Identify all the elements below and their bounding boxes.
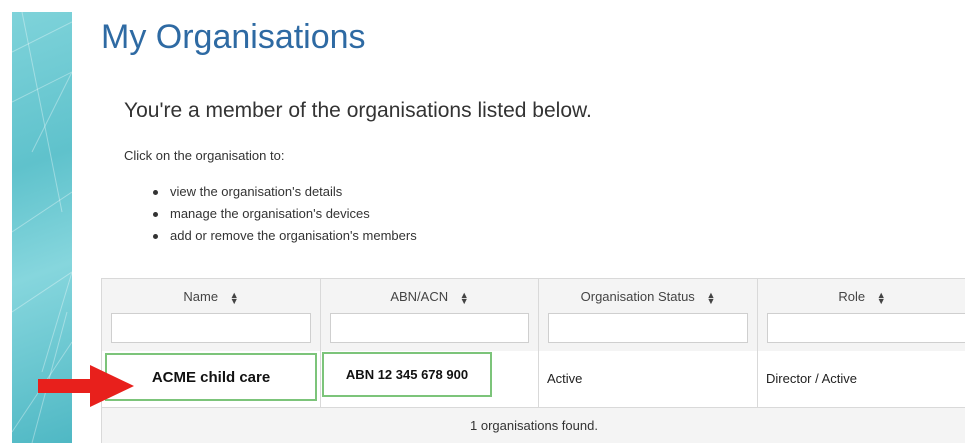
- role-filter-input[interactable]: [767, 313, 965, 343]
- list-item: view the organisation's details: [150, 181, 417, 203]
- column-header-abn: ABN/ACN ▲ ▼: [321, 279, 539, 351]
- column-label: Name: [183, 289, 219, 304]
- role-value: Director / Active: [766, 371, 858, 386]
- column-header-role: Role ▲ ▼: [758, 279, 965, 351]
- list-item: add or remove the organisation's members: [150, 225, 417, 247]
- abn-filter-input[interactable]: [330, 313, 529, 343]
- sort-by-name-button[interactable]: Name ▲ ▼: [102, 289, 320, 306]
- column-header-name: Name ▲ ▼: [102, 279, 321, 351]
- instruction-list: view the organisation's details manage t…: [150, 181, 417, 247]
- status-value: Active: [547, 371, 583, 386]
- organisations-table: Name ▲ ▼ ABN/ACN ▲ ▼ Organisation Status ▲…: [101, 278, 965, 443]
- sort-by-abn-button[interactable]: ABN/ACN ▲ ▼: [321, 289, 538, 306]
- page-title: My Organisations: [101, 18, 366, 56]
- sort-icon: ▲ ▼: [876, 289, 886, 306]
- sort-by-status-button[interactable]: Organisation Status ▲ ▼: [539, 289, 757, 306]
- cell-role: Director / Active: [758, 351, 965, 407]
- list-item: manage the organisation's devices: [150, 203, 417, 225]
- column-label: Role: [838, 289, 866, 304]
- column-header-status: Organisation Status ▲ ▼: [539, 279, 758, 351]
- abn-value: ABN 12 345 678 900: [322, 352, 492, 397]
- name-filter-input[interactable]: [111, 313, 311, 343]
- sort-icon: ▲ ▼: [459, 289, 469, 306]
- table-header-row: Name ▲ ▼ ABN/ACN ▲ ▼ Organisation Status ▲…: [102, 278, 965, 352]
- cell-abn: ABN 12 345 678 900: [321, 351, 539, 407]
- column-label: ABN/ACN: [390, 289, 449, 304]
- cell-status: Active: [539, 351, 758, 407]
- table-row[interactable]: ACME child care ABN 12 345 678 900 Activ…: [102, 351, 965, 408]
- organisation-name-link[interactable]: ACME child care: [105, 353, 317, 401]
- column-label: Organisation Status: [580, 289, 695, 304]
- sort-icon: ▲ ▼: [229, 289, 239, 306]
- results-count: 1 organisations found.: [102, 408, 965, 443]
- sort-by-role-button[interactable]: Role ▲ ▼: [758, 289, 965, 306]
- status-filter-input[interactable]: [548, 313, 748, 343]
- page-subtitle: You're a member of the organisations lis…: [124, 99, 592, 122]
- arrow-right-icon: [38, 365, 134, 407]
- intro-text: Click on the organisation to:: [124, 148, 285, 163]
- cell-name[interactable]: ACME child care: [102, 351, 321, 407]
- sort-icon: ▲ ▼: [706, 289, 716, 306]
